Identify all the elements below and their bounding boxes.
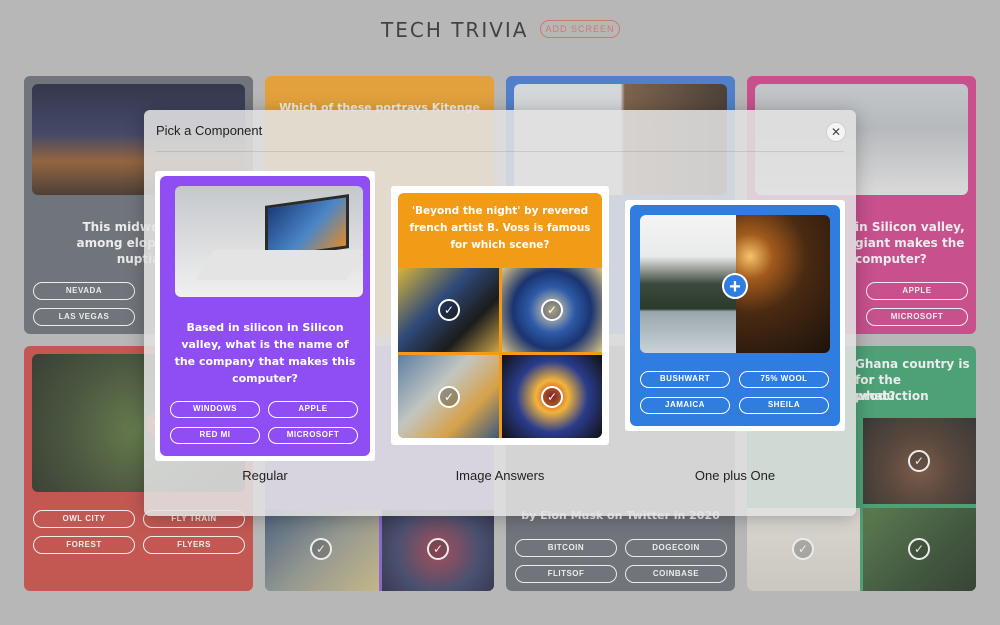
answer-pill: APPLE <box>268 401 358 418</box>
laptop-base <box>196 250 363 280</box>
option-question: Based in silicon in Silicon valley, what… <box>174 321 356 385</box>
image-right <box>736 215 830 353</box>
laptop-photo <box>175 186 363 297</box>
divider <box>156 151 844 152</box>
component-option-image-answers[interactable]: 'Beyond the night' by revered french art… <box>391 186 609 445</box>
option-label-regular: Regular <box>242 468 288 483</box>
modal-title: Pick a Component <box>156 123 263 138</box>
one-plus-one-preview: + BUSHWART 75% WOOL JAMAICA SHEILA <box>630 205 840 426</box>
component-option-one-plus-one[interactable]: + BUSHWART 75% WOOL JAMAICA SHEILA <box>625 200 845 431</box>
check-icon: ✓ <box>438 299 460 321</box>
image-answers-preview: 'Beyond the night' by revered french art… <box>398 193 602 438</box>
answer-pill: WINDOWS <box>170 401 260 418</box>
option-label-one-plus-one: One plus One <box>694 468 776 483</box>
check-icon: ✓ <box>541 299 563 321</box>
component-option-regular[interactable]: Based in silicon in Silicon valley, what… <box>155 171 375 461</box>
answer-pill: RED MI <box>170 427 260 444</box>
answer-pill: BUSHWART <box>640 371 730 388</box>
answer-pill: JAMAICA <box>640 397 730 414</box>
answer-pill: MICROSOFT <box>268 427 358 444</box>
regular-preview: Based in silicon in Silicon valley, what… <box>160 176 370 456</box>
check-icon: ✓ <box>438 386 460 408</box>
answer-pill: 75% WOOL <box>739 371 829 388</box>
pick-component-modal: Pick a Component ✕ Based in silicon in S… <box>144 110 856 516</box>
close-icon[interactable]: ✕ <box>826 122 846 142</box>
answer-pill: SHEILA <box>739 397 829 414</box>
check-icon: ✓ <box>541 386 563 408</box>
option-label-image-answers: Image Answers <box>455 468 545 483</box>
add-image-icon[interactable]: + <box>722 273 748 299</box>
option-question: 'Beyond the night' by revered french art… <box>409 205 591 251</box>
